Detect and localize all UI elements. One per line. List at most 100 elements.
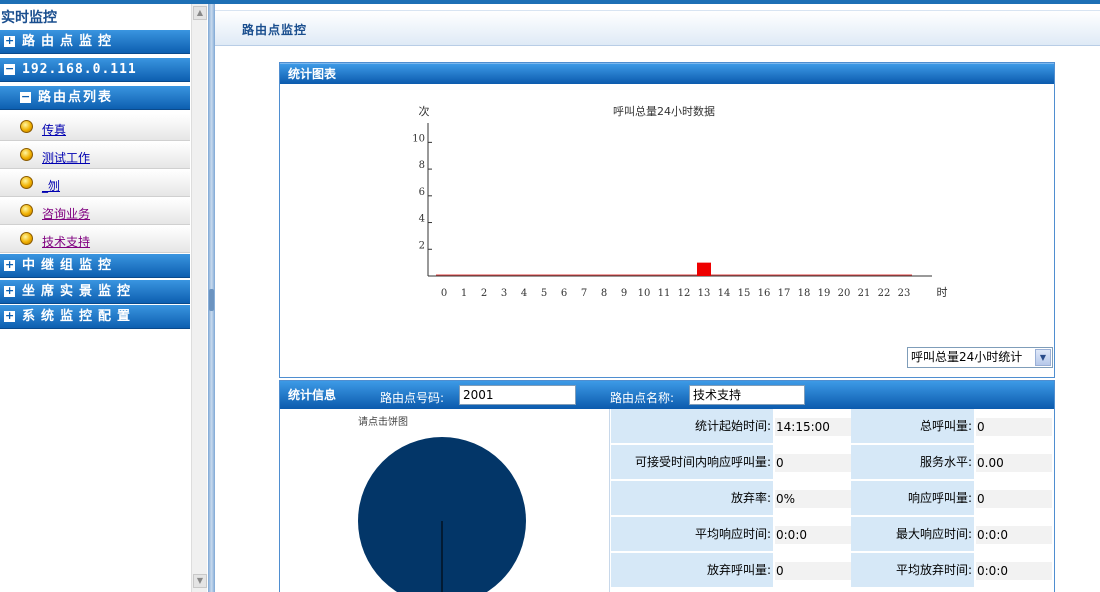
chart-panel-title: 统计图表: [280, 63, 1054, 84]
chart-type-select-value: 呼叫总量24小时统计: [911, 350, 1023, 364]
bar-chart: 2468100 1 2 3 4 5 6 7 8 9 10 11 12 13 14 15 16 17 18 19 20 21…: [412, 104, 947, 299]
x-tick-label: 3: [501, 288, 507, 299]
route-name-label: 路由点名称:: [610, 391, 675, 405]
stat-label: 总呼叫量:: [851, 409, 974, 444]
status-light-icon: [20, 232, 33, 245]
stat-label: 可接受时间内响应呼叫量:: [611, 445, 773, 480]
y-tick-label: 2: [419, 240, 425, 251]
x-tick-label: 10: [638, 288, 651, 299]
sidebar-item-label: 中继组监控: [22, 258, 118, 273]
stat-value: 0.00: [974, 445, 1054, 480]
x-tick-label: 6: [561, 288, 567, 299]
x-tick-label: 8: [601, 288, 607, 299]
chart-type-select[interactable]: 呼叫总量24小时统计 ▼: [907, 347, 1053, 368]
sidebar-item-server[interactable]: − 192.168.0.111: [0, 58, 190, 82]
chart-panel: 统计图表 2 4 6 8 10 0 1 2 3 4 5 6 7 8 9 10 11 12 13 14 15 16 17 18 1…: [279, 62, 1055, 378]
stat-value-text: 0: [775, 453, 851, 472]
stat-label: 响应呼叫量:: [851, 481, 974, 516]
stat-value-text: 0: [775, 561, 851, 580]
route-link[interactable]: 测试工作: [42, 149, 90, 166]
stat-value-text: 14:15:00: [775, 417, 851, 436]
route-name-field[interactable]: 技术支持: [689, 385, 805, 405]
x-tick-label: 4: [521, 288, 527, 299]
stat-value-text: 0%: [775, 489, 851, 508]
info-panel-title: 统计信息: [288, 388, 337, 402]
sidebar-item-agent-monitor[interactable]: + 坐席实景监控: [0, 280, 190, 304]
bar: [697, 262, 711, 276]
x-tick-label: 11: [658, 288, 671, 299]
x-tick-label: 1: [461, 288, 467, 299]
sidebar-scrollbar[interactable]: ▲ ▼: [191, 4, 207, 592]
pie-hint-text: 请点击饼图: [358, 417, 408, 428]
status-light-icon: [20, 176, 33, 189]
stat-value: 0:0:0: [773, 517, 851, 552]
chart-title: 呼叫总量24小时数据: [613, 104, 715, 118]
collapse-icon[interactable]: −: [4, 63, 15, 75]
stat-value: 0: [773, 553, 851, 588]
scroll-down-icon[interactable]: ▼: [193, 574, 207, 588]
sidebar-item-route-monitor[interactable]: + 路由点监控: [0, 30, 190, 54]
page-header: 路由点监控: [215, 10, 1100, 46]
x-tick-label: 5: [541, 288, 547, 299]
x-tick-label: 2: [481, 288, 487, 299]
stat-value: 0: [773, 445, 851, 480]
x-tick-label: 23: [898, 288, 911, 299]
y-axis-label: 次: [419, 104, 430, 118]
chevron-down-icon[interactable]: ▼: [1035, 349, 1051, 366]
stat-label: 平均响应时间:: [611, 517, 773, 552]
list-item[interactable]: 测试工作: [0, 142, 190, 169]
sidebar-item-trunk-monitor[interactable]: + 中继组监控: [0, 254, 190, 278]
expand-icon[interactable]: +: [4, 310, 15, 322]
x-tick-label: 0: [441, 288, 447, 299]
status-light-icon: [20, 148, 33, 161]
expand-icon[interactable]: +: [4, 285, 15, 297]
list-item[interactable]: 技术支持: [0, 226, 190, 253]
sidebar-item-route-list[interactable]: − 路由点列表: [0, 86, 190, 110]
x-tick-label: 7: [581, 288, 587, 299]
sidebar-item-label: 路由点列表: [38, 90, 114, 105]
stat-value: 14:15:00: [773, 409, 851, 444]
splitter-grip-icon[interactable]: [209, 289, 214, 311]
route-link[interactable]: 技术支持: [42, 233, 90, 250]
scroll-up-icon[interactable]: ▲: [193, 6, 207, 20]
expand-icon[interactable]: +: [4, 259, 15, 271]
route-code-label: 路由点号码:: [380, 391, 445, 405]
x-tick-label: 17: [778, 288, 791, 299]
collapse-icon[interactable]: −: [20, 91, 31, 103]
route-code-field[interactable]: 2001: [459, 385, 576, 405]
route-link[interactable]: 传真: [42, 121, 66, 138]
stat-value-text: 0: [976, 417, 1052, 436]
stat-label: 服务水平:: [851, 445, 974, 480]
pie-chart[interactable]: [280, 409, 610, 592]
stat-label: 放弃率:: [611, 481, 773, 516]
x-tick-label: 20: [838, 288, 851, 299]
stat-value: 0:0:0: [974, 517, 1054, 552]
list-item[interactable]: _刎: [0, 170, 190, 197]
pie-chart-area: 请点击饼图: [280, 409, 610, 592]
page-title: 路由点监控: [242, 23, 308, 37]
stat-label: 放弃呼叫量:: [611, 553, 773, 588]
route-link[interactable]: 咨询业务: [42, 205, 90, 222]
x-tick-label: 22: [878, 288, 891, 299]
sidebar-item-system-config[interactable]: + 系统监控配置: [0, 305, 190, 329]
stat-label: 平均放弃时间:: [851, 553, 974, 588]
y-tick-label: 4: [419, 214, 425, 225]
pane-splitter[interactable]: [208, 4, 215, 592]
status-light-icon: [20, 120, 33, 133]
stat-value: 0: [974, 409, 1054, 444]
x-tick-label: 18: [798, 288, 811, 299]
list-item[interactable]: 咨询业务: [0, 198, 190, 225]
x-tick-label: 19: [818, 288, 831, 299]
list-item[interactable]: 传真: [0, 114, 190, 141]
sidebar-title: 实时监控: [1, 10, 57, 26]
stat-value: 0: [974, 481, 1054, 516]
x-tick-label: 9: [621, 288, 627, 299]
stat-value: 0:0:0: [974, 553, 1054, 588]
x-tick-label: 14: [718, 288, 731, 299]
y-tick-label: 10: [412, 133, 425, 144]
y-tick-label: 6: [419, 187, 425, 198]
sidebar-item-label: 路由点监控: [22, 34, 118, 49]
stat-value-text: 0:0:0: [976, 561, 1052, 580]
route-link[interactable]: _刎: [42, 177, 60, 194]
expand-icon[interactable]: +: [4, 35, 15, 47]
